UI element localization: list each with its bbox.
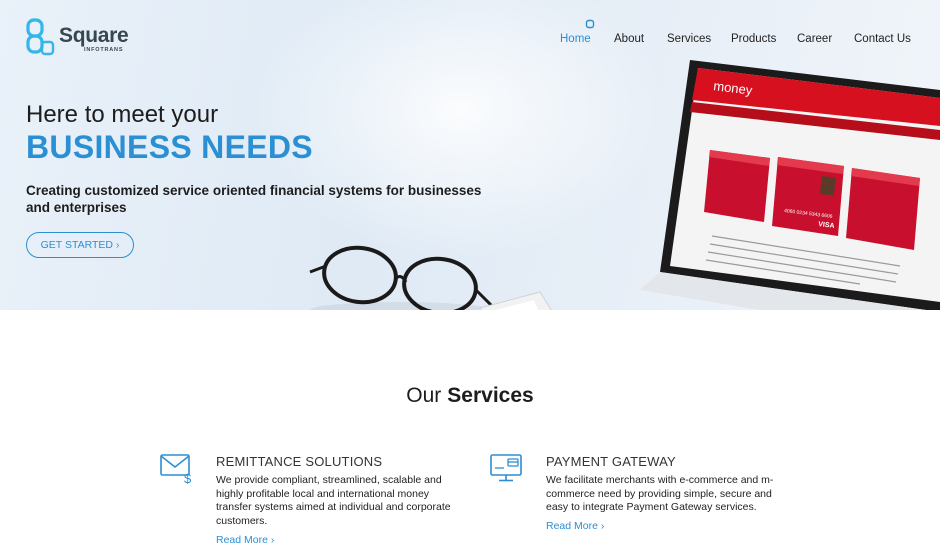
- laptop-illustration: money 4060 0234 5343 6606 VISA: [640, 60, 940, 310]
- monitor-card-icon: [490, 454, 522, 482]
- hero-heading-line1: Here to meet your: [26, 101, 219, 128]
- get-started-label: GET STARTED: [40, 239, 113, 251]
- nav-item-contact-us[interactable]: Contact Us: [854, 33, 911, 45]
- chevron-right-icon: ›: [116, 240, 120, 251]
- chevron-right-icon: ›: [270, 534, 275, 546]
- nav-item-about[interactable]: About: [614, 33, 644, 45]
- nav-item-products[interactable]: Products: [731, 33, 776, 45]
- hero-subtitle: Creating customized service oriented fin…: [26, 183, 482, 215]
- svg-text:$: $: [184, 471, 192, 484]
- glasses-illustration: [309, 245, 499, 310]
- prepaid-card-2: 4060 0234 5343 6606 VISA: [772, 157, 844, 236]
- nav-item-career[interactable]: Career: [797, 33, 832, 45]
- service-title: PAYMENT GATEWAY: [546, 454, 676, 469]
- services-heading-light: Our: [406, 384, 442, 407]
- hero-heading-line2: BUSINESS NEEDS: [26, 129, 313, 165]
- read-more-label: Read More: [216, 534, 268, 546]
- nav-item-services[interactable]: Services: [667, 33, 711, 45]
- envelope-dollar-icon: $: [160, 454, 192, 484]
- prepaid-card-3: [846, 168, 920, 250]
- hero-artwork: money 4060 0234 5343 6606 VISA: [309, 60, 940, 310]
- active-indicator-icon: [585, 19, 595, 29]
- hero-banner: money 4060 0234 5343 6606 VISA Square IN…: [0, 0, 940, 310]
- service-title: REMITTANCE SOLUTIONS: [216, 454, 383, 469]
- chevron-right-icon: ›: [600, 520, 605, 532]
- read-more-label: Read More: [546, 520, 598, 532]
- main-nav: Home About Services Products Career Cont…: [0, 19, 940, 49]
- read-more-link[interactable]: Read More ›: [546, 520, 604, 532]
- service-description: We facilitate merchants with e-commerce …: [546, 474, 774, 514]
- services-heading-bold: Services: [447, 384, 534, 407]
- prepaid-card-1: [704, 150, 770, 222]
- nav-item-home[interactable]: Home: [560, 33, 591, 45]
- read-more-link[interactable]: Read More ›: [216, 534, 274, 546]
- service-description: We provide compliant, streamlined, scala…: [216, 474, 451, 527]
- services-heading: Our Services: [0, 384, 940, 408]
- get-started-button[interactable]: GET STARTED ›: [26, 232, 134, 258]
